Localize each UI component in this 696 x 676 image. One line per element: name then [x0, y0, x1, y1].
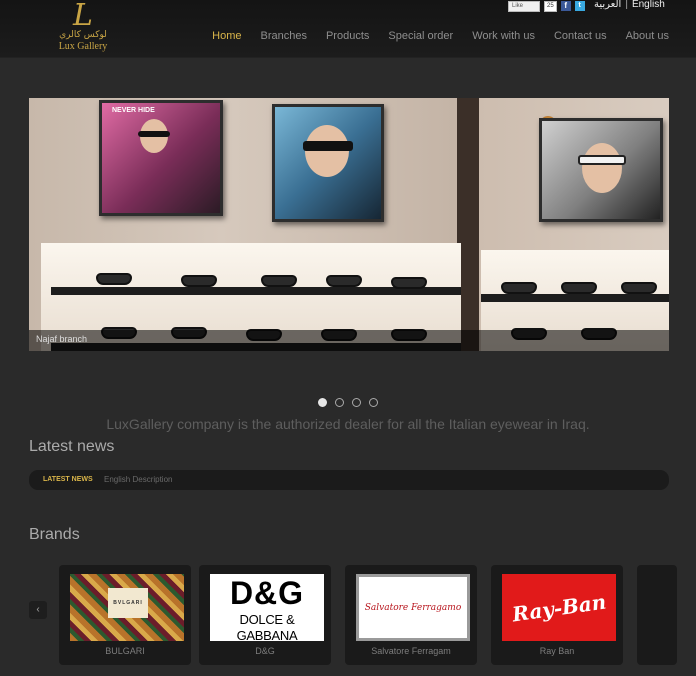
nav-contact-us[interactable]: Contact us [554, 30, 607, 42]
sunglasses-item [561, 282, 597, 294]
model-sunglasses [578, 155, 626, 165]
sunglasses-item [181, 275, 217, 287]
sunglasses-item [326, 275, 362, 287]
site-header: L لوكس كالري Lux Gallery Like 25 f t الع… [0, 0, 696, 58]
brand-name: Salvatore Ferragam [371, 646, 451, 656]
brand-card-rayban[interactable]: Ray-Ban Ray Ban [491, 565, 623, 665]
bulgari-logo-text: BVLGARI [108, 588, 148, 618]
sunglasses-item [621, 282, 657, 294]
slider-dot-2[interactable] [335, 398, 344, 407]
main-nav: Home Branches Products Special order Wor… [212, 30, 669, 42]
eyewear-poster: NEVER HIDE [99, 100, 223, 216]
shelf [481, 294, 669, 302]
facebook-like-button[interactable]: Like [508, 0, 540, 12]
dg-logo-big: D&G [229, 575, 305, 611]
slide-caption: Najaf branch [36, 334, 88, 344]
news-ticker-item[interactable]: English Description [104, 475, 172, 484]
social-bar: Like 25 f t [508, 0, 585, 12]
slider-pagination [318, 398, 378, 407]
slider-dot-3[interactable] [352, 398, 361, 407]
slider-dot-1[interactable] [318, 398, 327, 407]
rayban-logo-text: Ray-Ban [510, 589, 608, 626]
nav-home[interactable]: Home [212, 30, 241, 42]
logo-english-text: Lux Gallery [58, 41, 108, 52]
ferragamo-logo-text: Salvatore Ferragamo [364, 602, 462, 613]
brand-card-ferragamo[interactable]: Salvatore Ferragamo Salvatore Ferragam [345, 565, 477, 665]
news-ticker: LATEST NEWS English Description [29, 470, 669, 490]
brand-card-dg[interactable]: D&G DOLCE & GABBANA D&G [199, 565, 331, 665]
brand-card-partial[interactable] [637, 565, 677, 665]
hero-slider[interactable]: NEVER HIDE Najaf branch [29, 98, 669, 351]
logo-arabic-text: لوكس كالري [59, 30, 107, 40]
twitter-icon[interactable]: t [574, 1, 585, 11]
poster-caption: NEVER HIDE [112, 107, 155, 114]
logo-mark: L [73, 0, 93, 33]
nav-work-with-us[interactable]: Work with us [472, 30, 535, 42]
brand-card-bulgari[interactable]: BVLGARI BULGARI [59, 565, 191, 665]
sunglasses-item [96, 273, 132, 285]
model-face [305, 125, 349, 177]
lang-arabic-link[interactable]: العربية [594, 0, 621, 10]
model-sunglasses [138, 131, 170, 137]
facebook-icon[interactable]: f [560, 1, 571, 11]
sunglasses-item [501, 282, 537, 294]
brand-name: D&G [255, 646, 275, 656]
slide-caption-bar [29, 330, 669, 351]
sunglasses-item [261, 275, 297, 287]
brand-name: BULGARI [105, 646, 145, 656]
eyewear-poster [539, 118, 663, 222]
bulgari-logo-image: BVLGARI [70, 574, 184, 641]
dg-logo-small: DOLCE & GABBANA [236, 612, 298, 641]
news-ticker-label: LATEST NEWS [43, 476, 93, 483]
lux-gallery-logo[interactable]: L لوكس كالري Lux Gallery [50, 0, 116, 56]
latest-news-heading: Latest news [29, 438, 115, 455]
eyewear-poster [272, 104, 384, 222]
nav-about-us[interactable]: About us [626, 30, 669, 42]
brands-heading: Brands [29, 526, 80, 543]
lang-separator: | [625, 0, 628, 10]
dg-logo-image: D&G DOLCE & GABBANA [210, 574, 324, 641]
lang-english-link[interactable]: English [632, 0, 665, 10]
rayban-logo-image: Ray-Ban [502, 574, 616, 641]
model-face [582, 143, 622, 193]
slider-dot-4[interactable] [369, 398, 378, 407]
like-count: 25 [544, 0, 557, 12]
model-sunglasses [303, 141, 353, 151]
nav-products[interactable]: Products [326, 30, 369, 42]
language-switcher: العربية | English [594, 0, 665, 10]
nav-special-order[interactable]: Special order [388, 30, 453, 42]
brands-prev-button[interactable]: ‹ [29, 601, 47, 619]
company-tagline: LuxGallery company is the authorized dea… [106, 416, 590, 432]
sunglasses-item [391, 277, 427, 289]
brand-name: Ray Ban [539, 646, 575, 656]
ferragamo-logo-image: Salvatore Ferragamo [356, 574, 470, 641]
nav-branches[interactable]: Branches [260, 30, 306, 42]
